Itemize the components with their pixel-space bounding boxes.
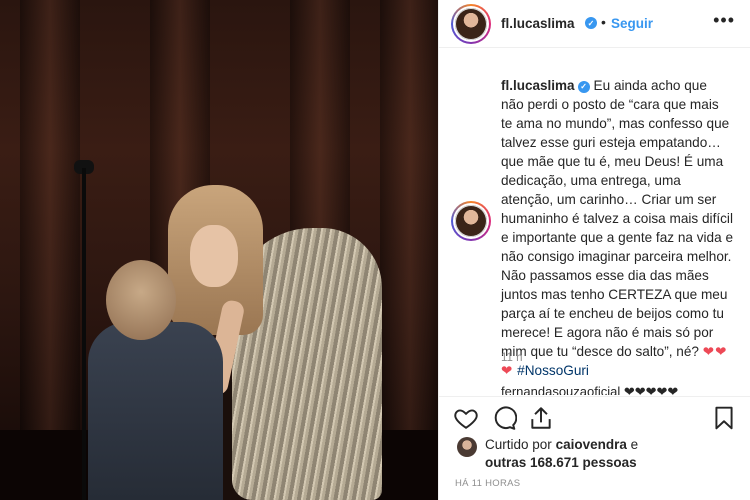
verified-badge-icon: ✓ (585, 17, 597, 29)
avatar[interactable] (455, 8, 487, 40)
likes-conj: e (630, 437, 639, 452)
share-icon[interactable] (528, 405, 554, 431)
post-photo[interactable] (0, 0, 438, 500)
woman-face (190, 225, 238, 287)
hashtag-link[interactable]: #NossoGuri (517, 363, 589, 378)
mic-stand (82, 168, 86, 500)
caption-time: 11 h (501, 352, 523, 364)
caption-text: Eu ainda acho que não perdi o posto de “… (501, 78, 734, 359)
caption-avatar[interactable] (455, 205, 487, 237)
separator-dot: • (601, 14, 606, 30)
likes-summary: Curtido por caiovendra e outras 168.671 … (439, 436, 750, 472)
action-bar (439, 396, 750, 436)
likes-count-link[interactable]: outras 168.671 pessoas (485, 455, 637, 470)
more-options-icon[interactable]: ••• (713, 10, 735, 31)
liker-username[interactable]: caiovendra (556, 437, 627, 452)
boy-jacket (88, 322, 223, 500)
post-timestamp: HÁ 11 HORAS (455, 478, 521, 489)
bookmark-icon[interactable] (711, 405, 737, 431)
post-side-panel: fl.lucaslima ✓ • Seguir ••• fl.lucaslima… (438, 0, 750, 500)
comments-area: fl.lucaslima ✓ Eu ainda acho que não perdi… (439, 60, 750, 395)
comment-icon[interactable] (491, 405, 518, 431)
boy-head (106, 260, 176, 340)
next-comment-preview: fernandasouzaoficial ❤❤❤❤❤ (501, 384, 679, 395)
curtain-fold (20, 0, 80, 500)
verified-badge-icon: ✓ (577, 80, 590, 93)
likes-text: Curtido por caiovendra e outras 168.671 … (485, 436, 735, 472)
curtain-fold (380, 0, 438, 500)
follow-button[interactable]: Seguir (611, 16, 653, 31)
post-header: fl.lucaslima ✓ • Seguir ••• (439, 0, 750, 48)
liker-avatar[interactable] (457, 437, 477, 457)
caption: fl.lucaslima ✓ Eu ainda acho que não perdi… (501, 76, 733, 380)
likes-prefix: Curtido por (485, 437, 552, 452)
heart-outline-icon[interactable] (453, 405, 479, 431)
caption-username[interactable]: fl.lucaslima (501, 78, 575, 93)
header-username[interactable]: fl.lucaslima (501, 16, 575, 31)
